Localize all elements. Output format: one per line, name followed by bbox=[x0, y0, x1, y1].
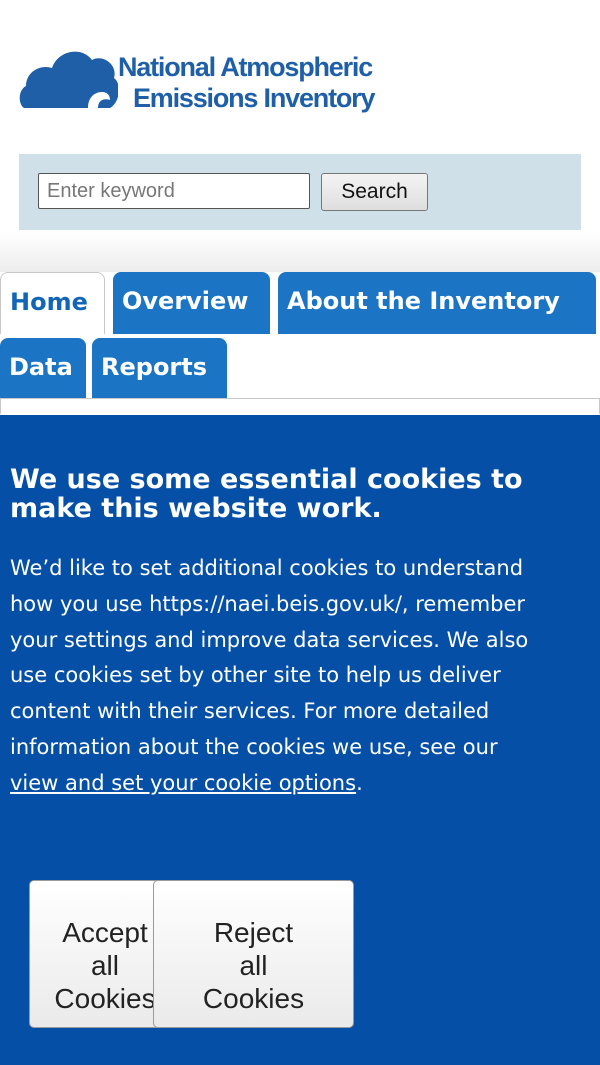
cookie-message: We’d like to set additional cookies to u… bbox=[10, 551, 600, 802]
tab-about-the-inventory[interactable]: About the Inventory bbox=[278, 272, 596, 334]
reject-label-line-2: all bbox=[239, 949, 268, 981]
logo-line-2: Emissions Inventory bbox=[133, 83, 375, 113]
search-button[interactable]: Search bbox=[321, 173, 428, 211]
accept-label-line-1: Accept bbox=[62, 916, 148, 948]
site-logo[interactable]: National Atmospheric Emissions Inventory bbox=[18, 42, 438, 122]
logo-wordmark: National Atmospheric Emissions Inventory bbox=[118, 52, 375, 114]
tab-reports[interactable]: Reports bbox=[92, 338, 227, 400]
logo-line-1: National Atmospheric bbox=[118, 52, 373, 82]
cookie-options-link[interactable]: view and set your cookie options bbox=[10, 771, 356, 795]
cookie-message-last-line: view and set your cookie options. bbox=[10, 766, 600, 802]
tab-home[interactable]: Home bbox=[0, 272, 105, 334]
cookie-message-line: information about the cookies we use, se… bbox=[10, 734, 498, 759]
accept-label-line-3: Cookies bbox=[54, 982, 156, 1014]
reject-all-cookies-button[interactable]: Reject all Cookies bbox=[153, 880, 354, 1028]
accept-all-cookies-button[interactable]: Accept all Cookies bbox=[29, 880, 169, 1028]
cookie-heading: We use some essential cookies to make th… bbox=[10, 465, 590, 523]
accept-label-line-2: all bbox=[90, 949, 119, 981]
cookie-message-line: content with their services. For more de… bbox=[10, 699, 490, 724]
search-input[interactable] bbox=[38, 173, 310, 209]
cookie-message-line: use cookies set by other site to help us… bbox=[10, 663, 501, 688]
cookie-message-line: We’d like to set additional cookies to u… bbox=[10, 556, 524, 580]
tab-overview[interactable]: Overview bbox=[113, 272, 270, 334]
nav-band bbox=[0, 232, 600, 272]
cookie-heading-line-2: make this website work. bbox=[10, 493, 382, 524]
tab-data[interactable]: Data bbox=[0, 338, 86, 400]
cookie-heading-line-1: We use some essential cookies to bbox=[10, 464, 523, 495]
cookie-banner: We use some essential cookies to make th… bbox=[0, 415, 600, 1065]
cookie-link-suffix: . bbox=[356, 770, 363, 795]
reject-label-line-3: Cookies bbox=[202, 982, 305, 1014]
content-panel-top bbox=[0, 398, 600, 414]
search-bar: Search bbox=[19, 154, 581, 230]
cookie-message-line: your settings and improve data services.… bbox=[10, 627, 529, 652]
cloud-logo-icon bbox=[19, 51, 118, 108]
cookie-message-line: how you use https://naei.beis.gov.uk/, r… bbox=[10, 591, 526, 616]
reject-label-line-1: Reject bbox=[213, 916, 294, 948]
